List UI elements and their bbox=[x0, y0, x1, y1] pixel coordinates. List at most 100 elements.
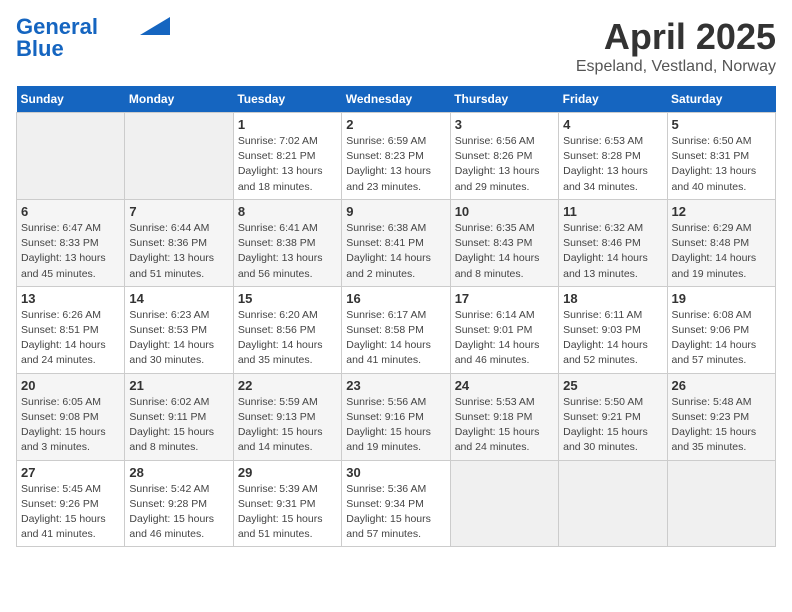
day-cell: 14 Sunrise: 6:23 AM Sunset: 8:53 PM Dayli… bbox=[125, 286, 233, 373]
day-number: 25 bbox=[563, 378, 662, 393]
week-row-4: 20 Sunrise: 6:05 AM Sunset: 9:08 PM Dayli… bbox=[17, 373, 776, 460]
day-cell: 5 Sunrise: 6:50 AM Sunset: 8:31 PM Daylig… bbox=[667, 113, 775, 200]
day-number: 17 bbox=[455, 291, 554, 306]
day-detail: Sunrise: 5:45 AM Sunset: 9:26 PM Dayligh… bbox=[21, 482, 120, 543]
day-number: 20 bbox=[21, 378, 120, 393]
day-cell: 1 Sunrise: 7:02 AM Sunset: 8:21 PM Daylig… bbox=[233, 113, 341, 200]
day-number: 2 bbox=[346, 117, 445, 132]
day-number: 1 bbox=[238, 117, 337, 132]
day-number: 13 bbox=[21, 291, 120, 306]
day-detail: Sunrise: 6:41 AM Sunset: 8:38 PM Dayligh… bbox=[238, 221, 337, 282]
day-cell bbox=[559, 460, 667, 547]
day-number: 19 bbox=[672, 291, 771, 306]
day-cell: 11 Sunrise: 6:32 AM Sunset: 8:46 PM Dayli… bbox=[559, 199, 667, 286]
day-cell: 28Sunrise: 5:42 AM Sunset: 9:28 PM Dayli… bbox=[125, 460, 233, 547]
day-number: 3 bbox=[455, 117, 554, 132]
day-cell: 19 Sunrise: 6:08 AM Sunset: 9:06 PM Dayli… bbox=[667, 286, 775, 373]
day-cell: 25Sunrise: 5:50 AM Sunset: 9:21 PM Dayli… bbox=[559, 373, 667, 460]
day-number: 26 bbox=[672, 378, 771, 393]
day-cell: 26 Sunrise: 5:48 AM Sunset: 9:23 PM Dayli… bbox=[667, 373, 775, 460]
day-number: 4 bbox=[563, 117, 662, 132]
day-detail: Sunrise: 6:29 AM Sunset: 8:48 PM Dayligh… bbox=[672, 221, 771, 282]
day-cell: 6Sunrise: 6:47 AM Sunset: 8:33 PM Daylig… bbox=[17, 199, 125, 286]
day-detail: Sunrise: 6:08 AM Sunset: 9:06 PM Dayligh… bbox=[672, 308, 771, 369]
logo-text: General bbox=[16, 16, 98, 38]
day-cell: 27 Sunrise: 5:45 AM Sunset: 9:26 PM Dayli… bbox=[17, 460, 125, 547]
header-cell-saturday: Saturday bbox=[667, 86, 775, 113]
header-cell-thursday: Thursday bbox=[450, 86, 558, 113]
day-cell bbox=[125, 113, 233, 200]
day-number: 23 bbox=[346, 378, 445, 393]
day-detail: Sunrise: 6:11 AM Sunset: 9:03 PM Dayligh… bbox=[563, 308, 662, 369]
day-number: 21 bbox=[129, 378, 228, 393]
day-detail: Sunrise: 6:17 AM Sunset: 8:58 PM Dayligh… bbox=[346, 308, 445, 369]
week-row-2: 6Sunrise: 6:47 AM Sunset: 8:33 PM Daylig… bbox=[17, 199, 776, 286]
week-row-5: 27 Sunrise: 5:45 AM Sunset: 9:26 PM Dayli… bbox=[17, 460, 776, 547]
day-number: 5 bbox=[672, 117, 771, 132]
day-number: 10 bbox=[455, 204, 554, 219]
day-detail: Sunrise: 6:26 AM Sunset: 8:51 PM Dayligh… bbox=[21, 308, 120, 369]
day-detail: Sunrise: 6:14 AM Sunset: 9:01 PM Dayligh… bbox=[455, 308, 554, 369]
day-number: 8 bbox=[238, 204, 337, 219]
header-cell-friday: Friday bbox=[559, 86, 667, 113]
day-detail: Sunrise: 5:48 AM Sunset: 9:23 PM Dayligh… bbox=[672, 395, 771, 456]
day-detail: Sunrise: 7:02 AM Sunset: 8:21 PM Dayligh… bbox=[238, 134, 337, 195]
day-cell: 16 Sunrise: 6:17 AM Sunset: 8:58 PM Dayli… bbox=[342, 286, 450, 373]
header-cell-tuesday: Tuesday bbox=[233, 86, 341, 113]
day-cell: 7 Sunrise: 6:44 AM Sunset: 8:36 PM Daylig… bbox=[125, 199, 233, 286]
day-detail: Sunrise: 6:32 AM Sunset: 8:46 PM Dayligh… bbox=[563, 221, 662, 282]
day-number: 11 bbox=[563, 204, 662, 219]
page-header: General Blue April 2025 Espeland, Vestla… bbox=[16, 16, 776, 76]
title-area: April 2025 Espeland, Vestland, Norway bbox=[576, 16, 776, 76]
day-cell: 17 Sunrise: 6:14 AM Sunset: 9:01 PM Dayli… bbox=[450, 286, 558, 373]
day-cell: 2 Sunrise: 6:59 AM Sunset: 8:23 PM Daylig… bbox=[342, 113, 450, 200]
day-detail: Sunrise: 5:59 AM Sunset: 9:13 PM Dayligh… bbox=[238, 395, 337, 456]
day-number: 16 bbox=[346, 291, 445, 306]
day-number: 30 bbox=[346, 465, 445, 480]
logo: General Blue bbox=[16, 16, 170, 60]
day-cell: 24 Sunrise: 5:53 AM Sunset: 9:18 PM Dayli… bbox=[450, 373, 558, 460]
day-detail: Sunrise: 5:53 AM Sunset: 9:18 PM Dayligh… bbox=[455, 395, 554, 456]
day-number: 12 bbox=[672, 204, 771, 219]
day-cell bbox=[17, 113, 125, 200]
day-number: 29 bbox=[238, 465, 337, 480]
day-number: 6 bbox=[21, 204, 120, 219]
day-cell: 23 Sunrise: 5:56 AM Sunset: 9:16 PM Dayli… bbox=[342, 373, 450, 460]
day-cell bbox=[450, 460, 558, 547]
day-cell: 4 Sunrise: 6:53 AM Sunset: 8:28 PM Daylig… bbox=[559, 113, 667, 200]
day-cell: 12 Sunrise: 6:29 AM Sunset: 8:48 PM Dayli… bbox=[667, 199, 775, 286]
day-cell: 3Sunrise: 6:56 AM Sunset: 8:26 PM Daylig… bbox=[450, 113, 558, 200]
day-detail: Sunrise: 5:56 AM Sunset: 9:16 PM Dayligh… bbox=[346, 395, 445, 456]
day-number: 7 bbox=[129, 204, 228, 219]
day-detail: Sunrise: 6:53 AM Sunset: 8:28 PM Dayligh… bbox=[563, 134, 662, 195]
header-row: SundayMondayTuesdayWednesdayThursdayFrid… bbox=[17, 86, 776, 113]
day-number: 24 bbox=[455, 378, 554, 393]
day-cell: 10Sunrise: 6:35 AM Sunset: 8:43 PM Dayli… bbox=[450, 199, 558, 286]
day-number: 14 bbox=[129, 291, 228, 306]
day-number: 28 bbox=[129, 465, 228, 480]
day-number: 27 bbox=[21, 465, 120, 480]
day-number: 9 bbox=[346, 204, 445, 219]
day-cell: 30 Sunrise: 5:36 AM Sunset: 9:34 PM Dayli… bbox=[342, 460, 450, 547]
day-cell bbox=[667, 460, 775, 547]
logo-blue: Blue bbox=[16, 38, 64, 60]
day-cell: 29 Sunrise: 5:39 AM Sunset: 9:31 PM Dayli… bbox=[233, 460, 341, 547]
day-detail: Sunrise: 6:44 AM Sunset: 8:36 PM Dayligh… bbox=[129, 221, 228, 282]
calendar-subtitle: Espeland, Vestland, Norway bbox=[576, 58, 776, 76]
logo-icon bbox=[140, 17, 170, 35]
day-detail: Sunrise: 6:05 AM Sunset: 9:08 PM Dayligh… bbox=[21, 395, 120, 456]
day-detail: Sunrise: 6:59 AM Sunset: 8:23 PM Dayligh… bbox=[346, 134, 445, 195]
day-detail: Sunrise: 6:20 AM Sunset: 8:56 PM Dayligh… bbox=[238, 308, 337, 369]
week-row-1: 1 Sunrise: 7:02 AM Sunset: 8:21 PM Daylig… bbox=[17, 113, 776, 200]
day-number: 15 bbox=[238, 291, 337, 306]
day-number: 22 bbox=[238, 378, 337, 393]
day-detail: Sunrise: 5:39 AM Sunset: 9:31 PM Dayligh… bbox=[238, 482, 337, 543]
day-cell: 21Sunrise: 6:02 AM Sunset: 9:11 PM Dayli… bbox=[125, 373, 233, 460]
day-cell: 20 Sunrise: 6:05 AM Sunset: 9:08 PM Dayli… bbox=[17, 373, 125, 460]
day-detail: Sunrise: 6:50 AM Sunset: 8:31 PM Dayligh… bbox=[672, 134, 771, 195]
header-cell-sunday: Sunday bbox=[17, 86, 125, 113]
calendar-title: April 2025 bbox=[576, 16, 776, 58]
day-detail: Sunrise: 6:23 AM Sunset: 8:53 PM Dayligh… bbox=[129, 308, 228, 369]
day-detail: Sunrise: 5:36 AM Sunset: 9:34 PM Dayligh… bbox=[346, 482, 445, 543]
day-cell: 15 Sunrise: 6:20 AM Sunset: 8:56 PM Dayli… bbox=[233, 286, 341, 373]
